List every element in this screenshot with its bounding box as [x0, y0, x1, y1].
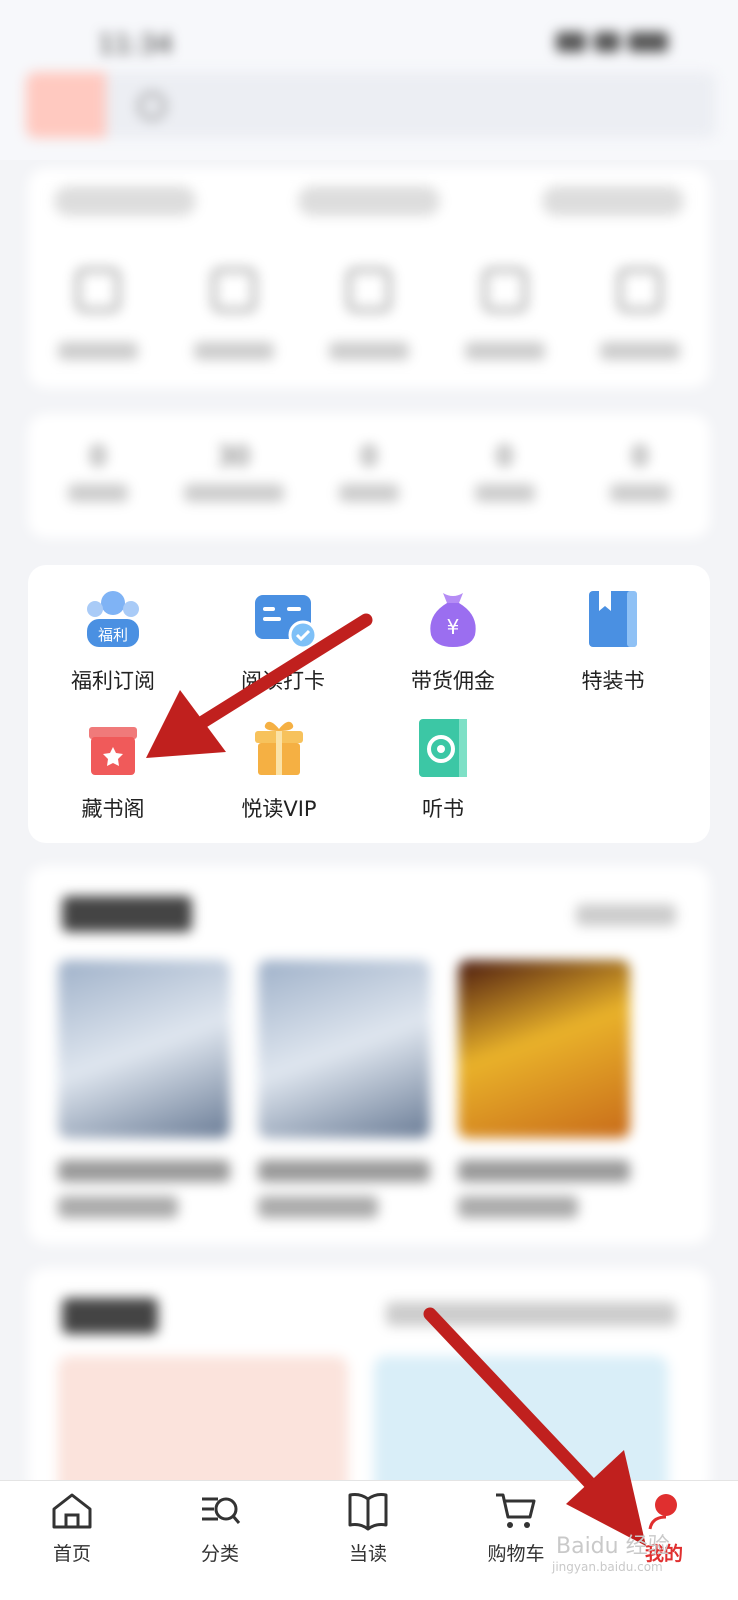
service-audiobook[interactable]: 听书 [358, 717, 528, 823]
audiobook-icon [413, 717, 473, 777]
service-label: 悦读VIP [241, 797, 317, 821]
service-commission[interactable]: ¥ 带货佣金 [368, 589, 538, 695]
reading-checkin-icon [253, 589, 318, 650]
nav-category[interactable]: 分类 [160, 1491, 280, 1566]
nav-label: 首页 [52, 1543, 91, 1565]
stat-item[interactable]: 0 [445, 442, 565, 502]
watermark-url: jingyan.baidu.com [552, 1560, 663, 1574]
service-library[interactable]: 藏书阁 [28, 717, 198, 823]
nav-reading[interactable]: 当读 [308, 1491, 428, 1566]
booklist-section [28, 866, 710, 1244]
stat-item[interactable]: 0 [38, 442, 158, 502]
status-time: 11:34 [98, 30, 173, 60]
category-search-icon [202, 1497, 241, 1524]
section-more-link[interactable] [576, 904, 676, 926]
nav-label: 分类 [200, 1543, 239, 1565]
book-card[interactable] [258, 960, 430, 1218]
shortcut-item[interactable] [309, 268, 429, 360]
special-edition-book-icon [583, 589, 643, 649]
service-label: 带货佣金 [411, 669, 495, 693]
search-icon [138, 92, 166, 120]
nav-label: 当读 [348, 1543, 387, 1565]
shortcut-pill[interactable] [298, 186, 440, 216]
commission-moneybag-icon: ¥ [423, 589, 483, 649]
service-label: 听书 [422, 797, 464, 821]
nav-home[interactable]: 首页 [12, 1491, 132, 1566]
service-reading-checkin[interactable]: 阅读打卡 [198, 589, 368, 695]
services-card: 福利 福利订阅 阅读打卡 ¥ 带货佣金 特装书 藏书阁 悦读VIP 听书 [28, 565, 710, 843]
banner[interactable] [374, 1356, 668, 1498]
shortcut-item[interactable] [580, 268, 700, 360]
profile-icon [648, 1494, 677, 1530]
shortcut-item[interactable] [38, 268, 158, 360]
book-card[interactable] [458, 960, 630, 1218]
welfare-subscribe-icon: 福利 [83, 589, 143, 649]
baidu-watermark: Baidu 经验 [556, 1534, 670, 1559]
shortcuts-card [28, 168, 710, 388]
svg-text:¥: ¥ [447, 615, 460, 639]
service-special-edition[interactable]: 特装书 [528, 589, 698, 695]
home-icon [52, 1493, 92, 1529]
service-label: 福利订阅 [71, 669, 155, 693]
book-card[interactable] [58, 960, 230, 1218]
shortcut-item[interactable] [445, 268, 565, 360]
open-book-icon [348, 1493, 388, 1531]
service-welfare-subscribe[interactable]: 福利 福利订阅 [28, 589, 198, 695]
stat-item[interactable]: 30 [174, 442, 294, 502]
stats-card: 0 30 0 0 0 [28, 414, 710, 538]
banner[interactable] [58, 1356, 348, 1498]
shortcut-pill[interactable] [54, 186, 196, 216]
shortcut-item[interactable] [174, 268, 294, 360]
service-label: 阅读打卡 [241, 669, 325, 693]
shopping-cart-icon [496, 1493, 536, 1528]
service-vip[interactable]: 悦读VIP [194, 717, 364, 823]
search-bar[interactable] [26, 72, 716, 138]
stat-item[interactable]: 0 [309, 442, 429, 502]
top-header: 11:34 [0, 0, 738, 160]
section-title [62, 896, 192, 932]
shortcut-pill[interactable] [542, 186, 684, 216]
service-label: 特装书 [581, 669, 645, 693]
section-more-link[interactable] [386, 1302, 676, 1326]
status-bar: 11:34 [0, 20, 738, 70]
service-label: 藏书阁 [81, 797, 145, 821]
status-icons [548, 32, 678, 56]
search-badge [26, 72, 106, 138]
library-gift-box-icon [83, 717, 143, 777]
section-title [62, 1298, 158, 1334]
vip-gift-icon [249, 717, 309, 777]
read-section [28, 1268, 710, 1498]
svg-text:福利: 福利 [98, 626, 128, 644]
stat-item[interactable]: 0 [580, 442, 700, 502]
